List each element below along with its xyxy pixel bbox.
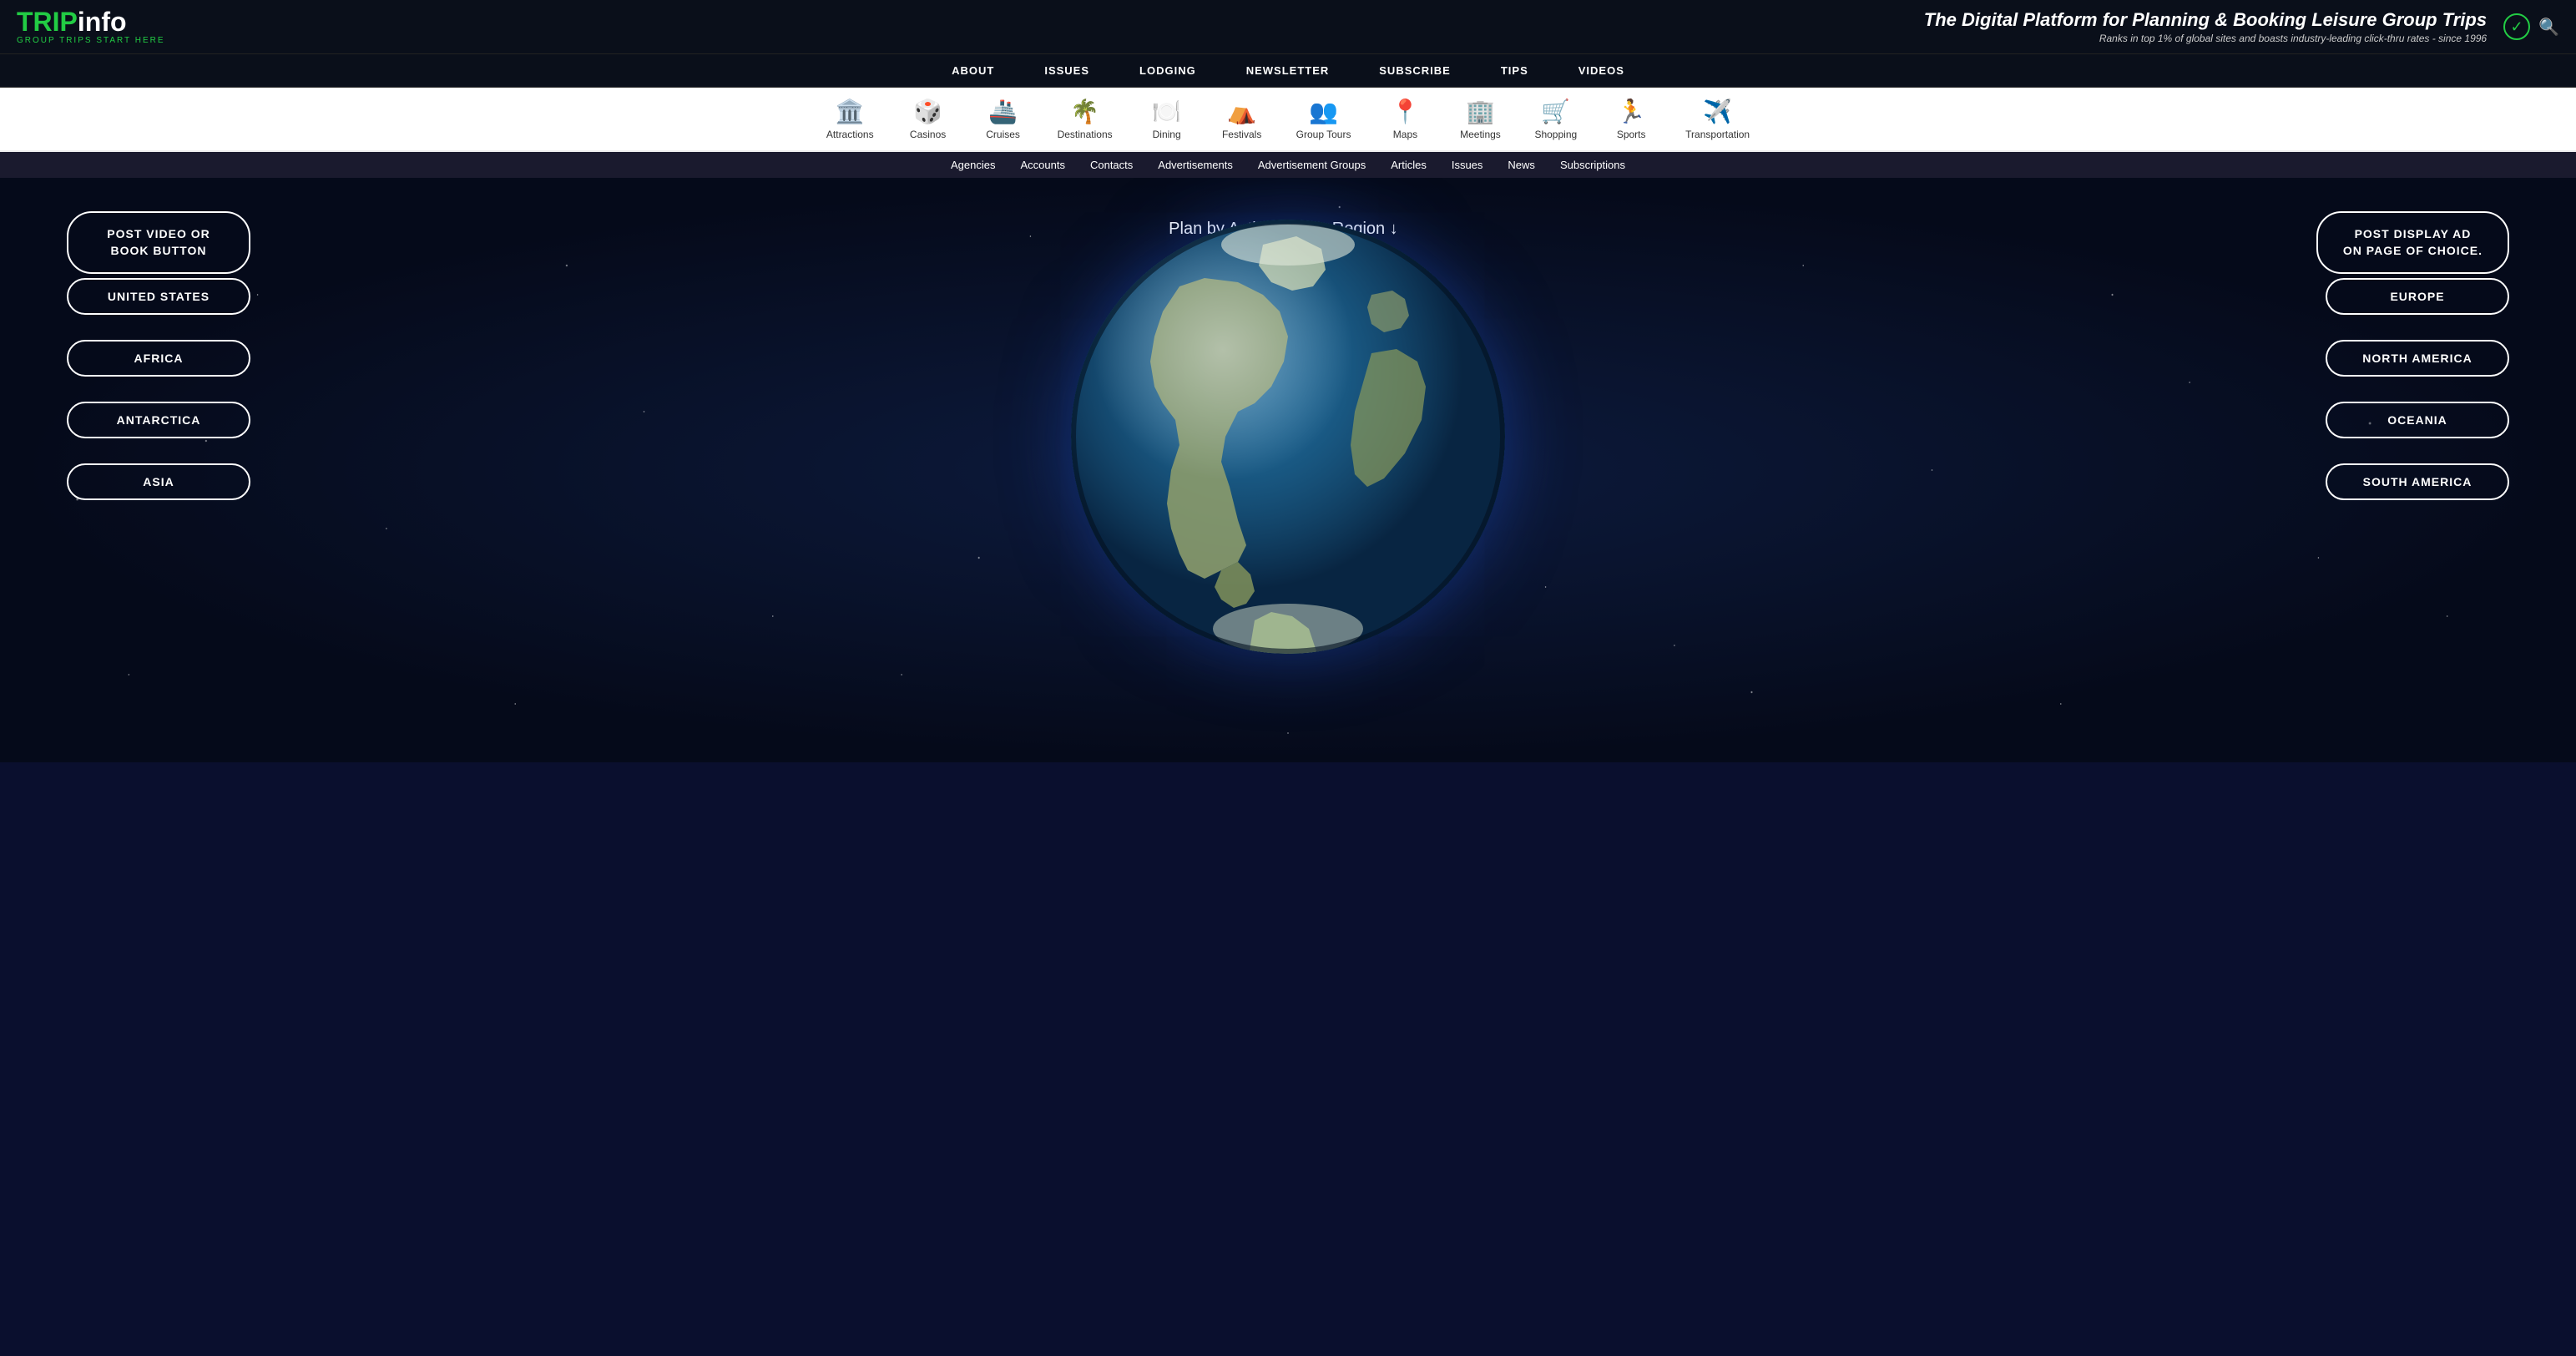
- cat-cruises-label: Cruises: [986, 129, 1020, 140]
- festivals-icon: ⛺: [1227, 98, 1256, 125]
- cat-dining[interactable]: 🍽️ Dining: [1129, 94, 1205, 144]
- post-video-button[interactable]: POST VIDEO ORBOOK BUTTON: [67, 211, 250, 274]
- admin-contacts[interactable]: Contacts: [1090, 159, 1133, 171]
- nav-bar: ABOUT ISSUES LODGING NEWSLETTER SUBSCRIB…: [0, 54, 2576, 88]
- nav-newsletter[interactable]: NEWSLETTER: [1246, 64, 1330, 77]
- nav-videos[interactable]: VIDEOS: [1578, 64, 1624, 77]
- nav-about[interactable]: ABOUT: [952, 64, 994, 77]
- dining-icon: 🍽️: [1152, 98, 1181, 125]
- cat-meetings-label: Meetings: [1460, 129, 1501, 140]
- admin-agencies[interactable]: Agencies: [951, 159, 995, 171]
- region-africa[interactable]: AFRICA: [67, 340, 250, 377]
- region-antarctica[interactable]: ANTARCTICA: [67, 402, 250, 438]
- cat-maps[interactable]: 📍 Maps: [1367, 94, 1442, 144]
- cat-attractions-label: Attractions: [826, 129, 874, 140]
- cat-group-tours[interactable]: 👥 Group Tours: [1280, 94, 1368, 144]
- admin-accounts[interactable]: Accounts: [1020, 159, 1064, 171]
- region-oceania[interactable]: OCEANIA: [2326, 402, 2509, 438]
- admin-advertisements[interactable]: Advertisements: [1158, 159, 1233, 171]
- group-tours-icon: 👥: [1309, 98, 1338, 125]
- cat-festivals[interactable]: ⛺ Festivals: [1205, 94, 1280, 144]
- header-icons: ✓ 🔍: [2503, 13, 2559, 40]
- maps-icon: 📍: [1391, 98, 1420, 125]
- globe-container: [1071, 220, 1505, 654]
- admin-news[interactable]: News: [1508, 159, 1535, 171]
- cat-sports[interactable]: 🏃 Sports: [1594, 94, 1669, 144]
- region-asia[interactable]: ASIA: [67, 463, 250, 500]
- header-tagline: The Digital Platform for Planning & Book…: [199, 9, 2488, 31]
- admin-subscriptions[interactable]: Subscriptions: [1560, 159, 1625, 171]
- nav-subscribe[interactable]: SUBSCRIBE: [1379, 64, 1451, 77]
- meetings-icon: 🏢: [1466, 98, 1495, 125]
- cat-maps-label: Maps: [1393, 129, 1417, 140]
- nav-lodging[interactable]: LODGING: [1139, 64, 1196, 77]
- cat-sports-label: Sports: [1617, 129, 1646, 140]
- search-icon[interactable]: 🔍: [2538, 17, 2559, 38]
- admin-advertisement-groups[interactable]: Advertisement Groups: [1258, 159, 1366, 171]
- cat-destinations-label: Destinations: [1058, 129, 1113, 140]
- cat-shopping[interactable]: 🛒 Shopping: [1518, 94, 1594, 144]
- main-content: POST VIDEO ORBOOK BUTTON Plan by Activit…: [0, 178, 2576, 762]
- nav-tips[interactable]: TIPS: [1501, 64, 1528, 77]
- cat-group-tours-label: Group Tours: [1296, 129, 1351, 140]
- transportation-icon: ✈️: [1703, 98, 1732, 125]
- cat-festivals-label: Festivals: [1222, 129, 1261, 140]
- cat-casinos-label: Casinos: [910, 129, 946, 140]
- cat-destinations[interactable]: 🌴 Destinations: [1041, 94, 1129, 144]
- region-buttons-left: UNITED STATES AFRICA ANTARCTICA ASIA: [67, 270, 250, 508]
- globe-landmass-svg: [1071, 220, 1505, 654]
- sports-icon: 🏃: [1617, 98, 1646, 125]
- shopping-icon: 🛒: [1541, 98, 1570, 125]
- logo-text: TRIPinfo: [17, 8, 165, 35]
- cat-meetings[interactable]: 🏢 Meetings: [1442, 94, 1518, 144]
- header-right: The Digital Platform for Planning & Book…: [165, 9, 2488, 44]
- region-north-america[interactable]: NORTH AMERICA: [2326, 340, 2509, 377]
- category-bar: 🏛️ Attractions 🎲 Casinos 🚢 Cruises 🌴 Des…: [0, 88, 2576, 152]
- site-header: TRIPinfo GROUP TRIPS START HERE The Digi…: [0, 0, 2576, 54]
- logo-info: info: [78, 7, 127, 37]
- attractions-icon: 🏛️: [836, 98, 865, 125]
- region-buttons-right: EUROPE NORTH AMERICA OCEANIA SOUTH AMERI…: [2326, 270, 2509, 508]
- cat-attractions[interactable]: 🏛️ Attractions: [810, 94, 891, 144]
- cat-transportation[interactable]: ✈️ Transportation: [1669, 94, 1766, 144]
- cat-casinos[interactable]: 🎲 Casinos: [891, 94, 966, 144]
- cat-transportation-label: Transportation: [1685, 129, 1750, 140]
- admin-articles[interactable]: Articles: [1391, 159, 1427, 171]
- cat-cruises[interactable]: 🚢 Cruises: [966, 94, 1041, 144]
- logo-trip: TRIP: [17, 7, 78, 37]
- post-display-ad-button[interactable]: POST DISPLAY ADON PAGE OF CHOICE.: [2316, 211, 2509, 274]
- logo-subtitle: GROUP TRIPS START HERE: [17, 37, 165, 45]
- globe: [1071, 220, 1505, 654]
- cat-dining-label: Dining: [1153, 129, 1181, 140]
- checkmark-icon[interactable]: ✓: [2503, 13, 2530, 40]
- site-logo[interactable]: TRIPinfo GROUP TRIPS START HERE: [17, 8, 165, 45]
- admin-bar: Agencies Accounts Contacts Advertisement…: [0, 152, 2576, 178]
- region-europe[interactable]: EUROPE: [2326, 278, 2509, 315]
- header-sub-tagline: Ranks in top 1% of global sites and boas…: [199, 33, 2488, 44]
- cruises-icon: 🚢: [988, 98, 1018, 125]
- nav-issues[interactable]: ISSUES: [1044, 64, 1089, 77]
- region-south-america[interactable]: SOUTH AMERICA: [2326, 463, 2509, 500]
- admin-issues[interactable]: Issues: [1452, 159, 1483, 171]
- casinos-icon: 🎲: [913, 98, 942, 125]
- region-united-states[interactable]: UNITED STATES: [67, 278, 250, 315]
- destinations-icon: 🌴: [1070, 98, 1099, 125]
- cat-shopping-label: Shopping: [1534, 129, 1577, 140]
